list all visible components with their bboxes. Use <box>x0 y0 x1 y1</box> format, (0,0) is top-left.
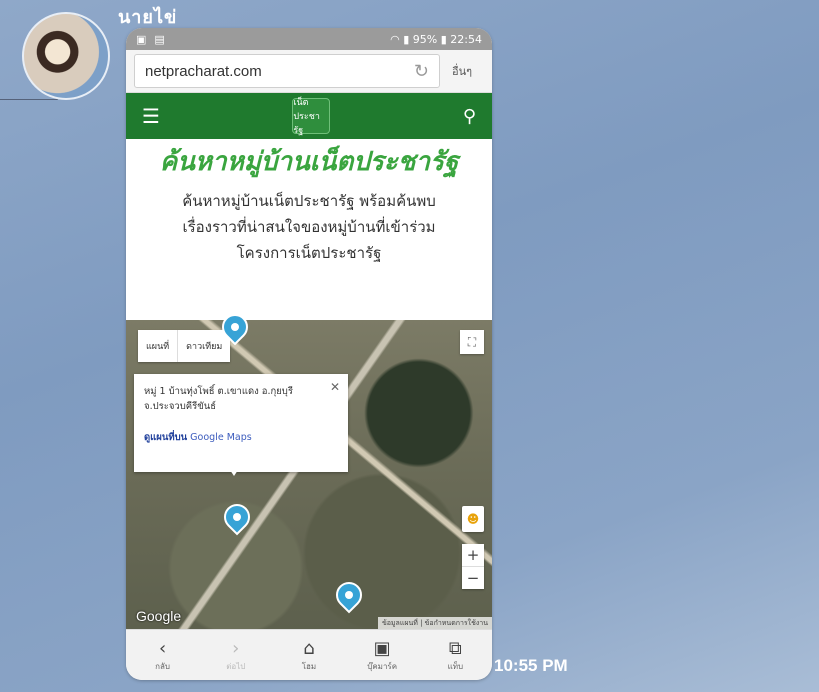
page-title: ค้นหาหมู่บ้านเน็ตประชารัฐ <box>159 147 459 177</box>
site-logo[interactable]: เน็ตประชารัฐ <box>292 98 331 136</box>
url-field[interactable]: netpracharat.com ↻ <box>134 54 440 88</box>
nav-tabs-button[interactable]: ⧉ แท็บ <box>427 638 483 673</box>
description-line-2: เรื่องราวที่น่าสนใจของหมู่บ้านที่เข้าร่ว… <box>182 218 436 236</box>
forward-icon: › <box>232 637 240 659</box>
more-menu-button[interactable]: อื่นๆ <box>440 62 484 80</box>
zoom-in-button[interactable]: + <box>462 544 484 566</box>
wifi-icon: ◠ <box>390 32 400 46</box>
link-brand: Google Maps <box>190 432 252 443</box>
notification-icon-2: ▤ <box>154 32 165 46</box>
hamburger-menu-icon[interactable]: ☰ <box>142 104 160 128</box>
shared-screenshot-image[interactable]: ▣ ▤ ◠ ▮ 95% ▮ 22:54 netpracharat.com ↻ อื… <box>126 28 492 680</box>
map-type-toggle: แผนที่ ดาวเทียม <box>138 330 231 362</box>
nav-label: ต่อไป <box>226 661 246 671</box>
nav-home-button[interactable]: ⌂ โฮม <box>281 638 337 673</box>
street-view-pegman-icon[interactable]: ☻ <box>462 506 484 532</box>
page-description: ค้นหาหมู่บ้านเน็ตประชารัฐ พร้อมค้นพบ เรื… <box>126 182 492 266</box>
map-pin-icon[interactable] <box>330 576 368 614</box>
sender-avatar[interactable] <box>22 12 110 100</box>
google-logo: Google <box>136 608 182 624</box>
zoom-control: + − <box>462 544 484 589</box>
view-on-google-maps-link[interactable]: ดูแผนที่บน Google Maps <box>144 430 338 445</box>
message-timestamp: 10:55 PM <box>494 656 568 675</box>
site-header: ☰ เน็ตประชารัฐ ⚲ <box>126 93 492 139</box>
battery-icon: ▮ <box>440 32 447 46</box>
nav-back-button[interactable]: ‹ กลับ <box>135 638 191 673</box>
description-line-3: โครงการเน็ตประชารัฐ <box>236 244 382 262</box>
map-type-roadmap[interactable]: แผนที่ <box>138 330 177 362</box>
bookmark-icon: ▣ <box>373 637 391 659</box>
info-address: หมู่ 1 บ้านทุ่งโพธิ์ ต.เขาแดง อ.กุยบุรี … <box>144 386 293 412</box>
tabs-icon: ⧉ <box>448 637 462 659</box>
back-icon: ‹ <box>158 637 167 659</box>
nav-label: โฮม <box>301 661 317 671</box>
divider-line <box>0 99 58 100</box>
map-info-window: ✕ หมู่ 1 บ้านทุ่งโพธิ์ ต.เขาแดง อ.กุยบุร… <box>134 374 348 476</box>
nav-label: บุ๊คมาร์ค <box>367 661 398 671</box>
map-pin-icon[interactable] <box>218 498 256 536</box>
sender-name: นายไข่ <box>118 7 178 28</box>
battery-percent: 95% <box>412 32 438 46</box>
reload-icon[interactable]: ↻ <box>414 61 429 82</box>
close-icon[interactable]: ✕ <box>330 380 340 394</box>
map-view[interactable]: แผนที่ ดาวเทียม ⛶ ✕ หมู่ 1 บ้านทุ่งโพธิ์… <box>126 308 492 630</box>
nav-label: กลับ <box>155 661 170 671</box>
browser-bottom-bar: ‹ กลับ › ต่อไป ⌂ โฮม ▣ บุ๊คมาร์ค ⧉ แท็บ <box>126 629 492 680</box>
phone-status-bar: ▣ ▤ ◠ ▮ 95% ▮ 22:54 <box>126 28 492 50</box>
logo-text: เน็ตประชารัฐ <box>293 98 320 136</box>
nav-bookmarks-button[interactable]: ▣ บุ๊คมาร์ค <box>354 638 410 673</box>
fullscreen-icon[interactable]: ⛶ <box>460 330 484 354</box>
link-prefix: ดูแผนที่บน <box>144 432 188 443</box>
signal-icon: ▮ <box>403 32 410 46</box>
url-text: netpracharat.com <box>145 62 262 80</box>
home-icon: ⌂ <box>303 637 315 659</box>
nav-forward-button[interactable]: › ต่อไป <box>208 638 264 673</box>
description-line-1: ค้นหาหมู่บ้านเน็ตประชารัฐ พร้อมค้นพบ <box>182 192 436 210</box>
status-time: 22:54 <box>450 32 482 46</box>
browser-address-bar: netpracharat.com ↻ อื่นๆ <box>126 50 492 93</box>
nav-label: แท็บ <box>447 661 464 671</box>
zoom-out-button[interactable]: − <box>462 566 484 589</box>
notification-icon: ▣ <box>136 32 147 46</box>
map-type-satellite[interactable]: ดาวเทียม <box>177 330 230 362</box>
search-icon[interactable]: ⚲ <box>463 106 476 127</box>
